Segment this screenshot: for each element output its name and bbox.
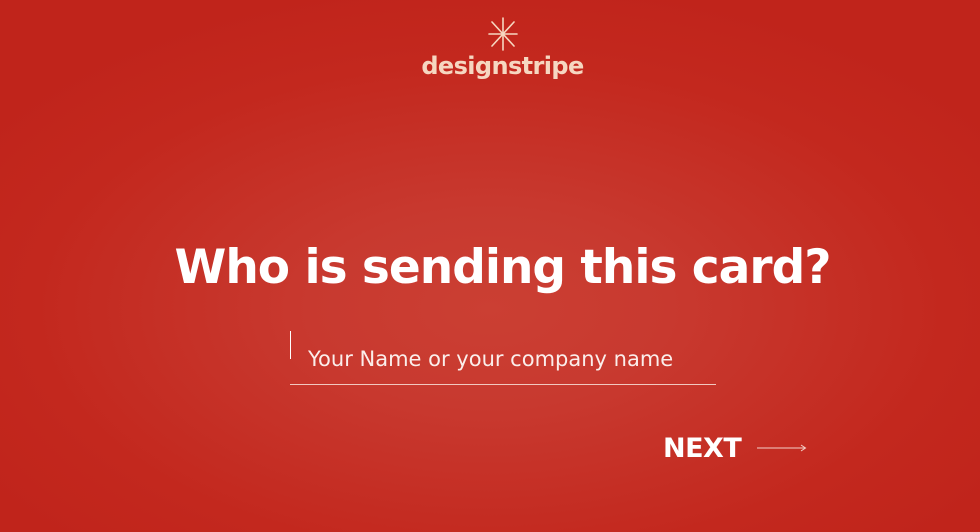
brand-name: designstripe [421, 52, 584, 80]
arrow-right-icon [757, 444, 807, 452]
next-button-label: NEXT [663, 432, 742, 464]
next-button[interactable]: NEXT [663, 430, 807, 466]
asterisk-spark-icon [487, 17, 518, 51]
page-title: Who is sending this card? [174, 240, 832, 295]
brand-logo: designstripe [0, 16, 980, 80]
sender-name-field[interactable] [290, 331, 716, 385]
sender-name-input[interactable] [290, 339, 716, 379]
